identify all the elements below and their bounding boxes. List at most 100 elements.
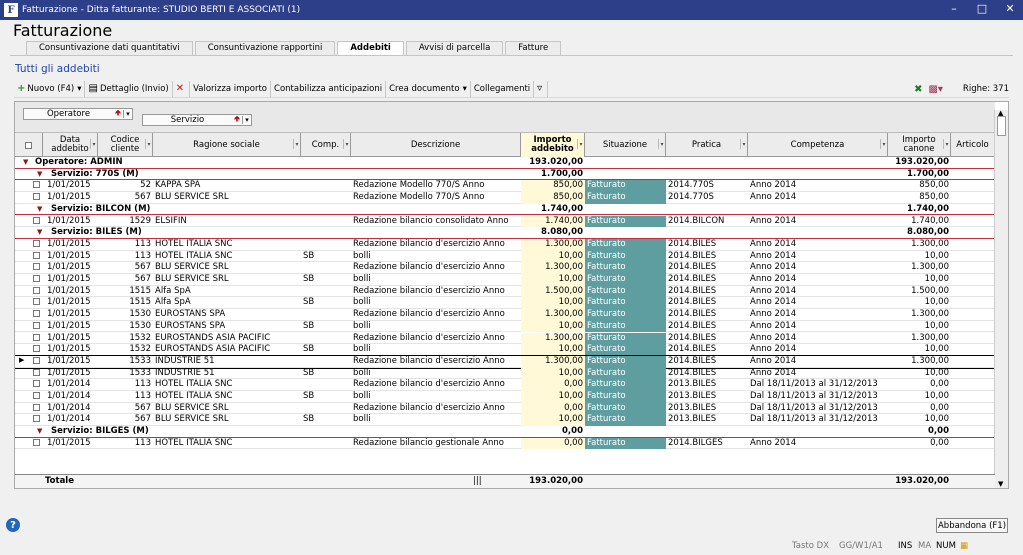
col-competenza[interactable]: Competenza ▾ xyxy=(748,133,888,157)
cell-canone: 10,00 xyxy=(924,414,949,425)
row-checkbox[interactable] xyxy=(31,192,42,204)
help-icon[interactable]: ? xyxy=(6,518,20,532)
dettaglio-button[interactable]: ▤ Dettaglio (Invio) xyxy=(85,80,173,97)
filter-dropdown-icon[interactable]: ▾ xyxy=(145,139,152,149)
row-checkbox[interactable] xyxy=(31,286,42,298)
tab-addebiti[interactable]: Addebiti xyxy=(337,41,404,55)
table-row[interactable]: 1/01/2015 52 KAPPA SPA Redazione Modello 77… xyxy=(15,180,995,193)
group-row-operatore[interactable]: ▼ Operatore: ADMIN 193.020,00 193.020,00 xyxy=(15,157,995,169)
horizontal-scrollbar[interactable]: ||| xyxy=(473,476,482,486)
table-row[interactable]: 1/01/2015 567 BLU SERVICE SRL SB bolli 10,00 F… xyxy=(15,274,995,286)
chevron-down-icon[interactable]: ▾ xyxy=(463,84,467,94)
row-checkbox[interactable] xyxy=(31,251,42,263)
table-row[interactable]: 1/01/2014 567 BLU SERVICE SRL Redazione bil… xyxy=(15,402,995,415)
row-checkbox[interactable] xyxy=(31,379,42,391)
group-servizio[interactable]: Servizio 🢁 ▾ xyxy=(142,114,252,126)
table-row[interactable]: 1/01/2014 567 BLU SERVICE SRL SB bolli 10,00 F… xyxy=(15,414,995,427)
row-checkbox[interactable] xyxy=(31,368,42,380)
filter-dropdown-icon[interactable]: ▾ xyxy=(880,139,887,149)
table-row[interactable]: 1/01/2015 1532 EUROSTANDS ASIA PACIFIC Reda… xyxy=(15,332,995,345)
filter-dropdown-icon[interactable]: ▾ xyxy=(577,139,584,149)
print-icon[interactable]: ▩▾ xyxy=(928,84,942,95)
row-checkbox[interactable] xyxy=(31,403,42,415)
group-row-servizio[interactable]: ▼ Servizio: BILCON (M) 1.740,00 1.740,00 xyxy=(15,204,995,216)
nuovo-button[interactable]: + Nuovo (F4) ▾ xyxy=(14,80,86,97)
col-data[interactable]: Data addebito ▾ xyxy=(43,133,98,157)
minimize-icon[interactable]: – xyxy=(947,2,961,15)
filter-dropdown-icon[interactable]: ▾ xyxy=(293,139,300,149)
table-row[interactable]: 1/01/2015 567 BLU SERVICE SRL Redazione bil… xyxy=(15,262,995,274)
collegamenti-button[interactable]: Collegamenti xyxy=(471,80,535,97)
row-checkbox[interactable] xyxy=(31,297,42,309)
col-canone[interactable]: Importo canone ▾ xyxy=(888,133,951,157)
cell-codice: 113 xyxy=(134,238,151,249)
table-row[interactable]: 1/01/2014 113 HOTEL ITALIA SNC Redazione bi… xyxy=(15,379,995,391)
group-row-servizio[interactable]: ▼ Servizio: BILGES (M) 0,00 0,00 xyxy=(15,426,995,438)
row-checkbox[interactable] xyxy=(31,262,42,274)
table-row[interactable]: 1/01/2015 113 HOTEL ITALIA SNC Redazione bi… xyxy=(15,437,995,450)
row-checkbox[interactable] xyxy=(31,391,42,403)
tab-consuntivazione-rapportini[interactable]: Consuntivazione rapportini xyxy=(194,41,336,55)
col-ragione[interactable]: Ragione sociale ▾ xyxy=(153,133,301,157)
row-checkbox[interactable] xyxy=(31,309,42,321)
row-checkbox[interactable] xyxy=(31,356,42,368)
row-checkbox[interactable] xyxy=(31,321,42,333)
col-comp[interactable]: Comp. ▾ xyxy=(301,133,351,157)
col-importo[interactable]: Importo addebito ▾ xyxy=(521,133,585,157)
col-articolo[interactable]: Articolo xyxy=(951,133,995,157)
col-pratica[interactable]: Pratica ▾ xyxy=(666,133,748,157)
contabilizza-button[interactable]: Contabilizza anticipazioni xyxy=(271,80,387,97)
row-checkbox[interactable] xyxy=(31,180,42,192)
close-icon[interactable]: ✕ xyxy=(1003,2,1017,15)
table-row[interactable]: 1/01/2015 1532 EUROSTANDS ASIA PACIFIC SB bo… xyxy=(15,344,995,356)
delete-button[interactable]: ✕ xyxy=(173,80,191,97)
table-row[interactable]: 1/01/2015 1530 EUROSTANS SPA Redazione bila… xyxy=(15,309,995,321)
filter-button[interactable]: ▿ xyxy=(534,80,549,97)
row-checkbox[interactable] xyxy=(31,414,42,426)
crea-documento-button[interactable]: Crea documento ▾ xyxy=(386,80,471,97)
col-codice[interactable]: Codice cliente ▾ xyxy=(98,133,153,157)
table-row[interactable]: ▶ 1/01/2015 1533 INDUSTRIE 51 Redazione bila… xyxy=(15,354,996,369)
maximize-icon[interactable]: □ xyxy=(975,2,989,15)
valorizza-button[interactable]: Valorizza importo xyxy=(190,80,272,97)
row-checkbox[interactable] xyxy=(31,333,42,345)
tab-fatture[interactable]: Fatture xyxy=(505,41,562,55)
group-row-servizio[interactable]: ▼ Servizio: 770S (M) 1.700,00 1.700,00 xyxy=(15,169,995,181)
vertical-scrollbar[interactable]: ▲ ▼ xyxy=(994,109,1008,488)
table-row[interactable]: 1/01/2014 113 HOTEL ITALIA SNC SB bolli 10,00… xyxy=(15,391,995,403)
table-row[interactable]: 1/01/2015 1515 Alfa SpA Redazione bilancio … xyxy=(15,285,995,298)
row-checkbox[interactable] xyxy=(31,344,42,356)
table-row[interactable]: 1/01/2015 113 HOTEL ITALIA SNC Redazione bi… xyxy=(15,238,995,251)
filter-dropdown-icon[interactable]: ▾ xyxy=(242,116,251,124)
table-row[interactable]: 1/01/2015 1533 INDUSTRIE 51 SB bolli 10,00 Fat… xyxy=(15,367,995,380)
filter-dropdown-icon[interactable]: ▾ xyxy=(123,110,132,118)
select-all-checkbox[interactable] xyxy=(25,141,32,149)
scroll-thumb[interactable] xyxy=(997,116,1006,136)
filter-dropdown-icon[interactable]: ▾ xyxy=(90,139,97,149)
tab-consuntivazione-quantitativi[interactable]: Consuntivazione dati quantitativi xyxy=(26,41,193,55)
row-checkbox[interactable] xyxy=(31,274,42,286)
select-all-column[interactable] xyxy=(15,133,43,157)
abbandona-button[interactable]: Abbandona (F1) xyxy=(936,518,1008,533)
scroll-down-icon[interactable]: ▼ xyxy=(998,480,1003,488)
filter-dropdown-icon[interactable]: ▾ xyxy=(740,139,747,149)
excel-icon[interactable]: ✖ xyxy=(914,84,922,95)
row-checkbox[interactable] xyxy=(31,216,42,228)
chevron-down-icon[interactable]: ▾ xyxy=(77,84,81,94)
group-row-servizio[interactable]: ▼ Servizio: BILES (M) 8.080,00 8.080,00 xyxy=(15,227,995,239)
table-row[interactable]: 1/01/2015 1529 ELSIFIN Redazione bilancio c… xyxy=(15,215,995,228)
row-checkbox[interactable] xyxy=(31,438,42,450)
cell-codice: 113 xyxy=(134,437,151,448)
filter-dropdown-icon[interactable]: ▾ xyxy=(343,139,350,149)
filter-dropdown-icon[interactable]: ▾ xyxy=(658,139,665,149)
table-row[interactable]: 1/01/2015 1530 EUROSTANS SPA SB bolli 10,00 Fa… xyxy=(15,320,995,333)
tab-avvisi-parcella[interactable]: Avvisi di parcella xyxy=(405,41,504,55)
group-operatore[interactable]: Operatore 🢁 ▾ xyxy=(23,108,133,120)
col-situazione[interactable]: Situazione ▾ xyxy=(585,133,666,157)
table-row[interactable]: 1/01/2015 113 HOTEL ITALIA SNC SB bolli 10,00… xyxy=(15,250,995,263)
table-row[interactable]: 1/01/2015 1515 Alfa SpA SB bolli 10,00 Fattura… xyxy=(15,297,995,310)
col-descrizione[interactable]: Descrizione xyxy=(351,133,521,157)
row-checkbox[interactable] xyxy=(31,239,42,251)
filter-dropdown-icon[interactable]: ▾ xyxy=(943,139,950,149)
table-row[interactable]: 1/01/2015 567 BLU SERVICE SRL Redazione Mod… xyxy=(15,192,995,204)
